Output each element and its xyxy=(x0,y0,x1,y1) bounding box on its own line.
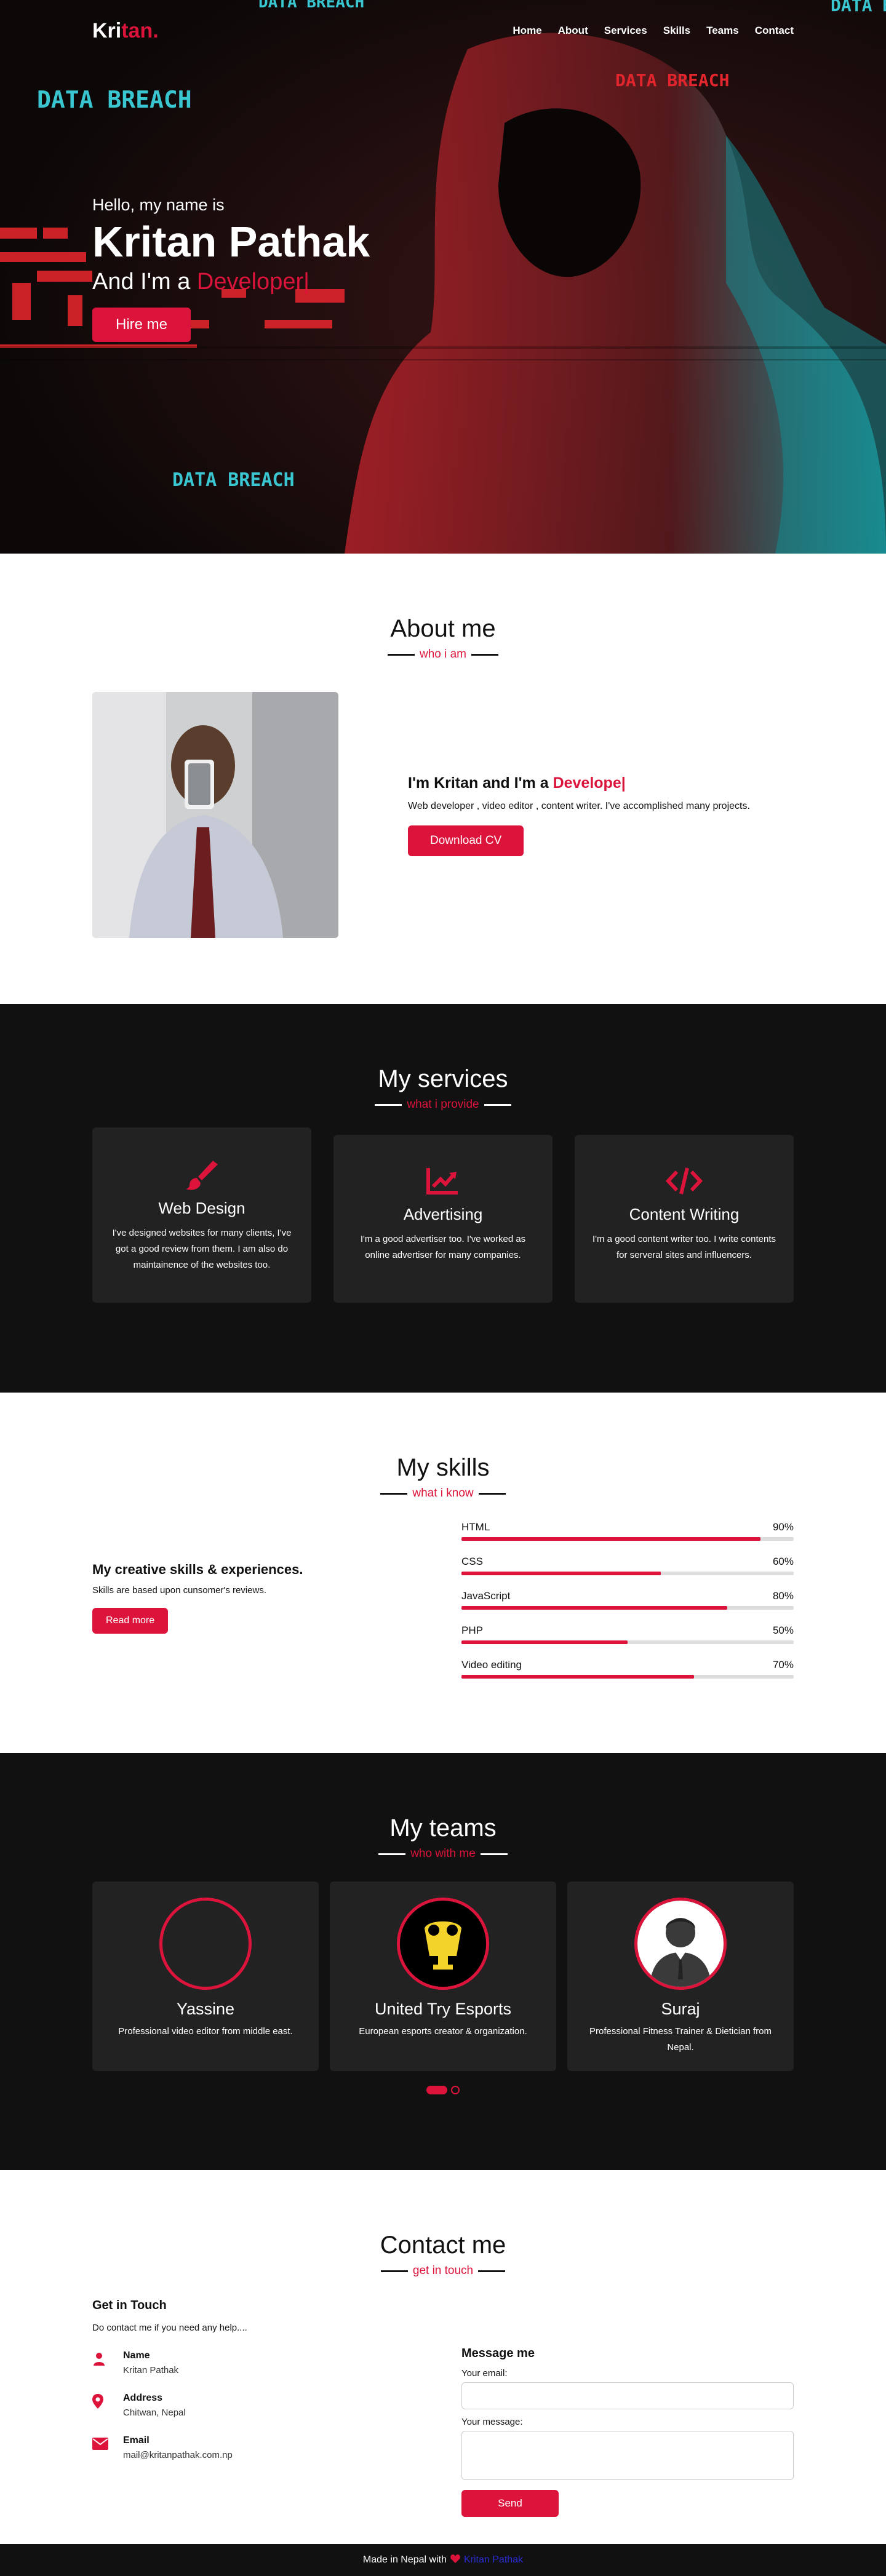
hero-role: And I'm a Developer| xyxy=(92,269,309,295)
services-section: My services what i provide Web Design I'… xyxy=(0,1004,886,1393)
navbar: Kritan. Home About Services Skills Teams… xyxy=(0,0,886,62)
form-heading: Message me xyxy=(461,2347,535,2360)
hero-section: DATA BREACH DATA BREACH DATA BREACH DATA… xyxy=(0,0,886,554)
service-title: Web Design xyxy=(158,1199,245,1217)
team-name: United Try Esports xyxy=(374,2000,512,2018)
paint-brush-icon xyxy=(183,1158,220,1191)
team-name: Suraj xyxy=(661,2000,700,2018)
skill-bar: Video editing 70% xyxy=(461,1659,794,1679)
carousel-dots xyxy=(92,2086,794,2094)
contact-row-name: Name Kritan Pathak xyxy=(92,2350,425,2375)
nav-item-services[interactable]: Services xyxy=(604,25,647,37)
nav-item-home[interactable]: Home xyxy=(513,25,541,37)
contact-row-address: Address Chitwan, Nepal xyxy=(92,2393,425,2418)
hero-role-typed: Developer| xyxy=(196,269,309,295)
avatar xyxy=(159,1898,252,1990)
service-card[interactable]: Web Design I've designed websites for ma… xyxy=(92,1127,311,1303)
section-title: My skills xyxy=(396,1454,490,1481)
message-label: Your message: xyxy=(461,2417,523,2427)
team-name: Yassine xyxy=(176,2000,235,2018)
hero-overlay-label: DATA BREACH xyxy=(172,469,295,491)
footer: Made in Nepal with Kritan Pathak xyxy=(0,2544,886,2576)
read-more-button[interactable]: Read more xyxy=(92,1608,169,1634)
service-card[interactable]: Content Writing I'm a good content write… xyxy=(575,1135,794,1303)
send-button[interactable]: Send xyxy=(461,2490,559,2517)
avatar xyxy=(397,1898,489,1990)
skill-bar: CSS 60% xyxy=(461,1556,794,1575)
heart-icon xyxy=(450,2554,460,2566)
service-card[interactable]: Advertising I'm a good advertiser too. I… xyxy=(333,1135,553,1303)
nav-menu: Home About Services Skills Teams Contact xyxy=(513,25,794,37)
skill-bar-fill xyxy=(461,1537,760,1541)
hero-text: Hello, my name is Kritan Pathak And I'm … xyxy=(92,196,370,342)
section-title: Contact me xyxy=(380,2232,506,2259)
map-marker-icon xyxy=(92,2393,123,2410)
message-field[interactable] xyxy=(461,2431,794,2480)
section-title: About me xyxy=(390,615,496,642)
team-text: Professional Fitness Trainer & Dietician… xyxy=(589,2026,772,2053)
skill-bars: HTML 90% CSS 60% JavaScript 80% PHP 50% Vide… xyxy=(461,1521,794,1693)
code-icon xyxy=(665,1164,703,1198)
skills-text: Skills are based upon cunsomer's reviews… xyxy=(92,1585,266,1596)
user-icon xyxy=(92,2350,123,2367)
hero-name: Kritan Pathak xyxy=(92,218,370,266)
skill-bar-fill xyxy=(461,1675,694,1679)
envelope-icon xyxy=(92,2435,123,2452)
service-text: I'm a good advertiser too. I've worked a… xyxy=(360,1234,526,1260)
about-text: Web developer , video editor , content w… xyxy=(408,800,750,811)
logo[interactable]: Kritan. xyxy=(92,19,159,43)
nav-item-skills[interactable]: Skills xyxy=(663,25,690,37)
skill-bar-fill xyxy=(461,1606,727,1610)
email-field[interactable] xyxy=(461,2382,794,2409)
skill-bar: HTML 90% xyxy=(461,1521,794,1541)
about-heading: I'm Kritan and I'm a Develope| xyxy=(408,774,626,792)
service-text: I'm a good content writer too. I write c… xyxy=(592,1234,776,1260)
team-card[interactable]: Yassine Professional video editor from m… xyxy=(92,1882,319,2071)
footer-text: Made in Nepal with xyxy=(362,2554,447,2565)
hero-overlay-label: DATA BREACH xyxy=(615,70,729,90)
carousel-dot[interactable] xyxy=(451,2086,460,2094)
nav-item-teams[interactable]: Teams xyxy=(706,25,739,37)
avatar xyxy=(634,1898,727,1990)
section-title: My services xyxy=(378,1065,508,1092)
footer-link[interactable]: Kritan Pathak xyxy=(464,2554,523,2566)
team-text: European esports creator & organization. xyxy=(359,2026,527,2037)
team-text: Professional video editor from middle ea… xyxy=(118,2026,293,2037)
contact-heading: Get in Touch xyxy=(92,2299,167,2312)
section-title: My teams xyxy=(389,1815,497,1842)
profile-photo xyxy=(92,692,338,938)
skill-bar-fill xyxy=(461,1572,661,1575)
email-label: Your email: xyxy=(461,2368,508,2379)
carousel-dot[interactable] xyxy=(426,2086,447,2094)
hire-me-button[interactable]: Hire me xyxy=(92,308,191,342)
nav-item-contact[interactable]: Contact xyxy=(755,25,794,37)
skill-bar: JavaScript 80% xyxy=(461,1590,794,1610)
chart-line-icon xyxy=(425,1164,461,1198)
hero-greeting: Hello, my name is xyxy=(92,196,225,214)
skill-bar-fill xyxy=(461,1640,628,1644)
team-card[interactable]: United Try Esports European esports crea… xyxy=(330,1882,556,2071)
download-cv-button[interactable]: Download CV xyxy=(408,825,524,856)
contact-section: Contact me get in touch Get in Touch Do … xyxy=(0,2170,886,2544)
about-section: About me who i am I'm Kritan and I'm a D… xyxy=(0,554,886,1004)
service-title: Advertising xyxy=(403,1205,483,1223)
service-text: I've designed websites for many clients,… xyxy=(112,1228,292,1270)
skill-bar: PHP 50% xyxy=(461,1624,794,1644)
nav-item-about[interactable]: About xyxy=(558,25,588,37)
teams-section: My teams who with me Yassine Professiona… xyxy=(0,1753,886,2170)
contact-text: Do contact me if you need any help.... xyxy=(92,2323,247,2333)
skills-heading: My creative skills & experiences. xyxy=(92,1562,303,1577)
service-title: Content Writing xyxy=(629,1205,740,1223)
team-card[interactable]: Suraj Professional Fitness Trainer & Die… xyxy=(567,1882,794,2071)
contact-row-email: Email mail@kritanpathak.com.np xyxy=(92,2435,425,2460)
skills-section: My skills what i know My creative skills… xyxy=(0,1393,886,1753)
hero-overlay-label: DATA BREACH xyxy=(37,86,192,113)
